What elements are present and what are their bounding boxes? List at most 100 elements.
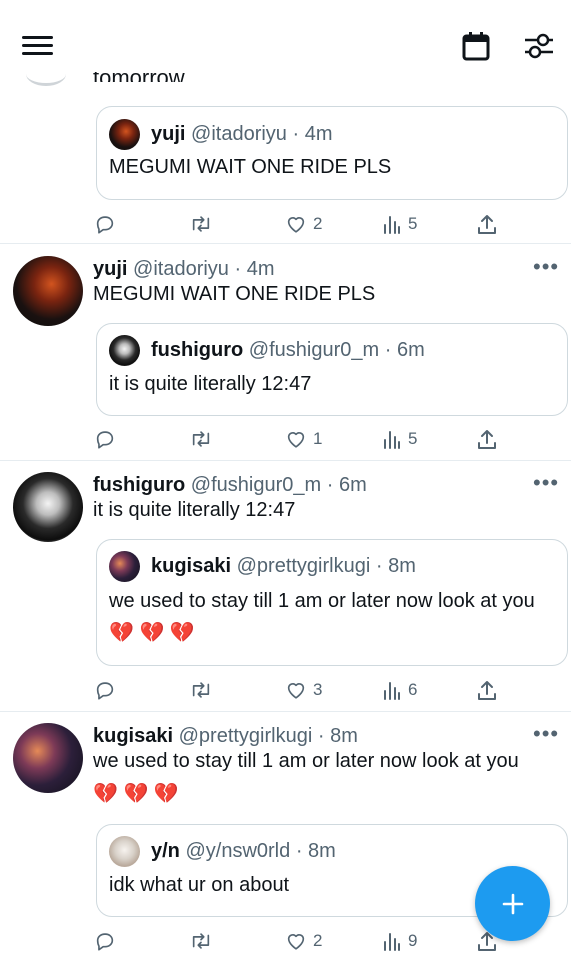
like-count: 2 [313, 214, 323, 233]
share-icon [478, 215, 496, 234]
bar-chart-icon [384, 933, 400, 951]
heart-icon [287, 432, 305, 448]
quoted-tweet[interactable]: kugisaki @prettygirlkugi · 8m we used to… [96, 539, 568, 666]
view-count: 5 [408, 214, 418, 233]
top-bar [0, 0, 571, 72]
retweet-button[interactable] [189, 678, 219, 702]
reply-icon [96, 216, 114, 234]
views-button[interactable]: 9 [382, 929, 417, 953]
views-button[interactable]: 6 [382, 678, 417, 702]
handle: @itadoriyu [191, 123, 287, 145]
avatar [109, 836, 140, 867]
tweet-actions: 1 5 [0, 427, 571, 451]
quote-header: fushiguro @fushigur0_m · 6m [151, 338, 425, 362]
tweet-text: we used to stay till 1 am or later now l… [93, 750, 519, 805]
quote-text: it is quite literally 12:47 [109, 373, 312, 395]
quote-text: we used to stay till 1 am or later now l… [109, 590, 535, 644]
calendar-icon[interactable] [462, 31, 490, 66]
reply-icon [96, 431, 114, 449]
timestamp: 8m [308, 840, 336, 862]
avatar[interactable] [13, 472, 83, 542]
quote-header: yuji @itadoriyu · 4m [151, 122, 333, 146]
like-button[interactable]: 1 [285, 427, 322, 451]
compose-button[interactable] [475, 866, 550, 941]
sliders-icon[interactable] [524, 31, 554, 66]
display-name: yuji [151, 123, 186, 145]
separator: · [295, 840, 303, 862]
avatar [109, 119, 140, 150]
timestamp: 4m [304, 123, 333, 145]
view-count: 5 [408, 429, 418, 448]
views-button[interactable]: 5 [382, 212, 417, 236]
handle: @fushigur0_m [190, 474, 322, 496]
timestamp: 8m [388, 555, 416, 577]
views-button[interactable]: 5 [382, 427, 417, 451]
display-name: kugisaki [151, 555, 232, 577]
retweet-button[interactable] [189, 212, 219, 236]
like-count: 3 [313, 680, 323, 699]
separator: · [326, 474, 334, 496]
reply-button[interactable] [94, 929, 122, 953]
avatar[interactable] [13, 723, 83, 793]
timestamp: 4m [246, 258, 275, 280]
avatar[interactable] [13, 256, 83, 326]
display-name[interactable]: fushiguro [93, 474, 185, 496]
handle: @fushigur0_m [248, 339, 380, 361]
plus-icon [502, 893, 523, 914]
separator: · [234, 258, 242, 280]
share-button[interactable] [477, 427, 497, 451]
reply-icon [96, 933, 114, 951]
more-options-icon[interactable]: ••• [533, 723, 559, 745]
tweet[interactable]: fushiguro @fushigur0_m · 6m ••• it is qu… [0, 461, 571, 712]
retweet-button[interactable] [189, 427, 219, 451]
separator: · [384, 339, 392, 361]
tweet-actions: 2 5 [0, 212, 571, 236]
tweet-actions: 2 9 [0, 929, 571, 953]
share-button[interactable] [477, 678, 497, 702]
timestamp: 6m [396, 339, 425, 361]
avatar [109, 551, 140, 582]
tweet[interactable]: yuji @itadoriyu · 4m MEGUMI WAIT ONE RID… [0, 72, 571, 244]
handle: @prettygirlkugi [236, 555, 371, 577]
heart-icon [287, 934, 305, 950]
share-button[interactable] [477, 212, 497, 236]
like-count: 1 [313, 429, 323, 448]
tweet-actions: 3 6 [0, 678, 571, 702]
reply-button[interactable] [94, 678, 122, 702]
view-count: 6 [408, 680, 418, 699]
tweet[interactable]: yuji @itadoriyu · 4m ••• MEGUMI WAIT ONE… [0, 244, 571, 461]
like-button[interactable]: 2 [285, 929, 322, 953]
quoted-tweet[interactable]: fushiguro @fushigur0_m · 6m it is quite … [96, 323, 568, 416]
handle: @itadoriyu [133, 258, 229, 280]
share-icon [478, 430, 496, 449]
quoted-tweet[interactable]: yuji @itadoriyu · 4m MEGUMI WAIT ONE RID… [96, 106, 568, 200]
heart-icon [287, 217, 305, 233]
bar-chart-icon [384, 682, 400, 700]
hamburger-icon[interactable] [22, 36, 54, 56]
more-options-icon[interactable]: ••• [533, 256, 559, 278]
separator: · [292, 123, 300, 145]
handle: @y/nsw0rld [185, 840, 291, 862]
like-button[interactable]: 3 [285, 678, 322, 702]
display-name: fushiguro [151, 339, 244, 361]
like-count: 2 [313, 931, 323, 950]
like-button[interactable]: 2 [285, 212, 322, 236]
retweet-button[interactable] [189, 929, 219, 953]
retweet-icon [192, 933, 210, 949]
reply-button[interactable] [94, 427, 122, 451]
tweet-text: it is quite literally 12:47 [93, 499, 296, 521]
retweet-icon [192, 682, 210, 698]
bar-chart-icon [384, 431, 400, 449]
reply-icon [96, 682, 114, 700]
timestamp: 6m [338, 474, 367, 496]
quote-header: y/n @y/nsw0rld · 8m [151, 839, 336, 863]
display-name[interactable]: yuji [93, 258, 127, 280]
share-icon [478, 681, 496, 700]
more-options-icon[interactable]: ••• [533, 472, 559, 494]
display-name[interactable]: kugisaki [93, 725, 173, 747]
quote-text: MEGUMI WAIT ONE RIDE PLS [109, 156, 392, 178]
avatar [109, 335, 140, 366]
reply-button[interactable] [94, 212, 122, 236]
retweet-icon [192, 431, 210, 447]
timestamp: 8m [330, 725, 358, 747]
